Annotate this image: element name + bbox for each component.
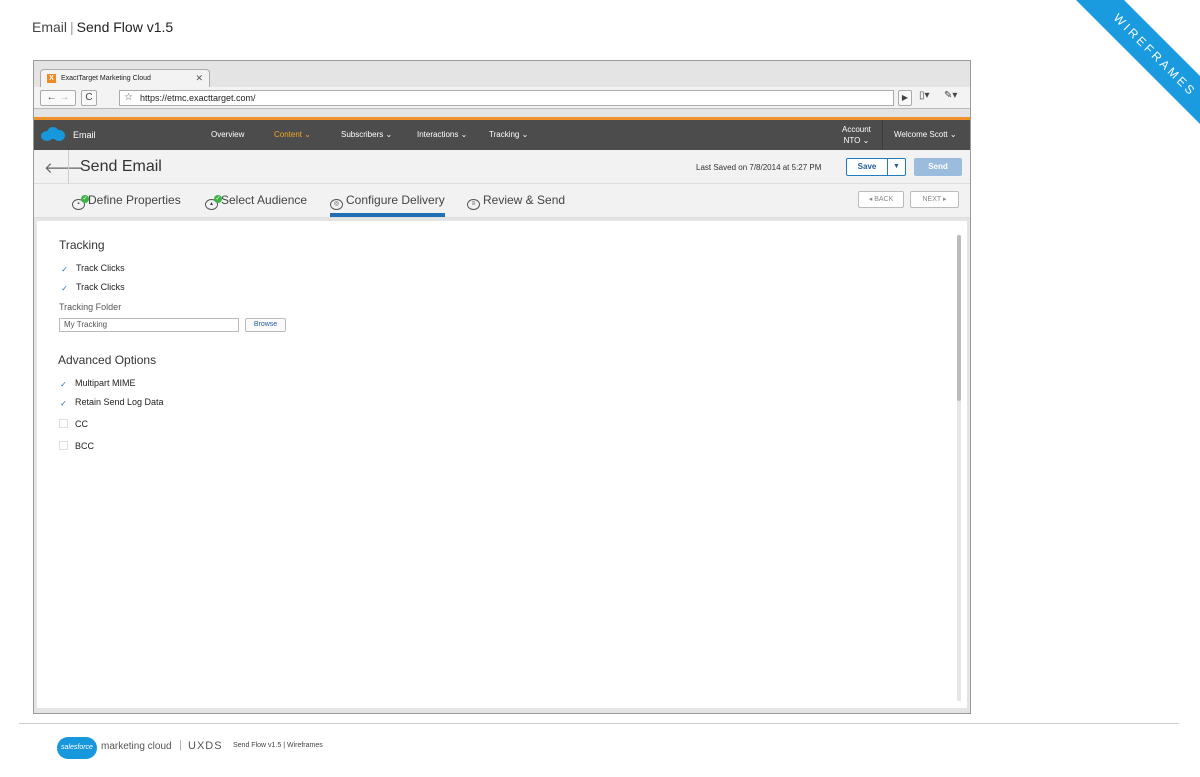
scrollbar-thumb[interactable] [957, 235, 961, 401]
account-value: NTO ⌄ [843, 136, 870, 145]
salesforce-cloud-icon[interactable] [41, 126, 65, 143]
back-arrow-icon[interactable]: 🡐 [44, 158, 84, 177]
checkbox-label: BCC [75, 441, 95, 451]
account-menu[interactable]: Account NTO ⌄ [842, 124, 871, 146]
select-audience-icon: ▴ ✓ [205, 195, 222, 210]
step-configure-delivery[interactable]: ◎ Configure Delivery [330, 193, 445, 210]
close-tab-icon[interactable]: ✕ [195, 70, 203, 87]
tracking-folder-input[interactable]: My Tracking [59, 318, 239, 332]
play-icon[interactable]: ▶ [898, 90, 912, 106]
bookmark-star-icon[interactable]: ☆ [124, 91, 133, 105]
nav-tracking[interactable]: Tracking ⌄ [489, 130, 528, 139]
browser-tab-title: ExactTarget Marketing Cloud [61, 75, 151, 82]
bcc-checkbox[interactable]: BCC [59, 441, 94, 451]
browser-window: X ExactTarget Marketing Cloud ✕ ← → C ☆ … [33, 60, 971, 714]
step-select-audience[interactable]: ▴ ✓ Select Audience [205, 193, 307, 210]
doc-section: Email [32, 19, 68, 35]
active-step-indicator [330, 213, 445, 217]
app-nav-bar: Email Overview Content ⌄ Subscribers ⌄ I… [34, 120, 970, 150]
address-bar-url: https://etmc.exacttarget.com/ [140, 93, 256, 103]
nav-subscribers[interactable]: Subscribers ⌄ [341, 130, 392, 139]
footer-team: UXDS [188, 740, 223, 752]
app-name: Email [73, 130, 96, 140]
save-button[interactable]: Save ▼ [846, 158, 906, 176]
step-define-properties[interactable]: ▪ ✓ Define Properties [72, 193, 181, 210]
doc-title: Email | Send Flow v1.5 [32, 19, 173, 35]
browser-toolbar: ← → C ☆ https://etmc.exacttarget.com/ ▶ … [34, 87, 970, 109]
step-label: Define Properties [88, 193, 181, 207]
last-saved-text: Last Saved on 7/8/2014 at 5:27 PM [696, 163, 822, 172]
account-label: Account [842, 125, 871, 134]
checkbox-label: Multipart MIME [75, 378, 136, 388]
step-label: Select Audience [221, 193, 308, 207]
save-button-label: Save [857, 162, 877, 171]
wrench-menu-icon[interactable]: ✎▾ [944, 90, 957, 101]
advanced-options-heading: Advanced Options [58, 353, 157, 367]
track-clicks-checkbox[interactable]: ✓ Track Clicks [60, 263, 125, 274]
checkbox-label: Track Clicks [76, 282, 125, 292]
checkbox-checked-icon[interactable]: ✓ [60, 265, 69, 274]
nav-overview[interactable]: Overview [211, 130, 244, 139]
define-properties-icon: ▪ ✓ [72, 195, 89, 210]
address-bar[interactable]: ☆ https://etmc.exacttarget.com/ [119, 90, 894, 106]
step-complete-check-icon: ✓ [81, 195, 89, 203]
checkbox-checked-icon[interactable]: ✓ [59, 380, 68, 389]
title-divider [68, 150, 69, 184]
wizard-steps: ▪ ✓ Define Properties ▴ ✓ Select Audience ◎ C… [34, 184, 970, 218]
wireframes-ribbon: WIREFRAMES [1050, 0, 1200, 150]
next-button[interactable]: NEXT ▸ [910, 191, 959, 208]
back-button[interactable]: ◂ BACK [858, 191, 904, 208]
footer-divider [19, 723, 1179, 724]
page-title-bar: 🡐 Send Email Last Saved on 7/8/2014 at 5… [34, 150, 970, 184]
nav-content[interactable]: Content ⌄ [274, 130, 311, 139]
back-icon[interactable]: ← [47, 92, 57, 103]
browser-tabstrip: X ExactTarget Marketing Cloud ✕ [34, 61, 970, 87]
reload-icon[interactable]: C [81, 90, 97, 106]
track-clicks-checkbox-2[interactable]: ✓ Track Clicks [60, 282, 125, 293]
cc-checkbox[interactable]: CC [59, 419, 88, 429]
nav-interactions[interactable]: Interactions ⌄ [417, 130, 467, 139]
browse-button[interactable]: Browse [245, 318, 286, 332]
send-button[interactable]: Send [914, 158, 962, 176]
welcome-user-menu[interactable]: Welcome Scott ⌄ [894, 130, 957, 139]
back-forward-buttons[interactable]: ← → [40, 90, 76, 106]
nav-divider [882, 120, 883, 150]
footer-separator: | [179, 739, 182, 751]
step-label: Review & Send [483, 193, 566, 207]
checkbox-label: CC [75, 419, 88, 429]
footer-meta: Send Flow v1.5 | Wireframes [233, 742, 323, 749]
step-complete-check-icon: ✓ [214, 195, 222, 203]
salesforce-logo: salesforce [57, 737, 97, 759]
tracking-heading: Tracking [59, 238, 105, 252]
configure-delivery-panel: Tracking ✓ Track Clicks ✓ Track Clicks Tra… [37, 221, 967, 708]
configure-delivery-icon: ◎ [330, 199, 343, 210]
checkbox-unchecked-icon[interactable] [59, 441, 68, 450]
checkbox-unchecked-icon[interactable] [59, 419, 68, 428]
tracking-folder-label: Tracking Folder [59, 302, 122, 312]
step-review-send[interactable]: ≡ Review & Send [467, 193, 565, 210]
content-scrollbar[interactable] [957, 235, 961, 701]
checkbox-label: Retain Send Log Data [75, 397, 164, 407]
doc-flow-title: Send Flow v1.5 [76, 19, 174, 35]
doc-separator: | [70, 19, 74, 35]
step-label: Configure Delivery [346, 193, 445, 207]
review-send-icon: ≡ [467, 199, 480, 210]
page-menu-icon[interactable]: ▯▾ [919, 90, 930, 101]
checkbox-label: Track Clicks [76, 263, 125, 273]
browser-tab[interactable]: X ExactTarget Marketing Cloud ✕ [40, 69, 210, 87]
wireframes-ribbon-label: WIREFRAMES [1065, 0, 1200, 145]
multipart-mime-checkbox[interactable]: ✓ Multipart MIME [59, 378, 136, 389]
retain-send-log-checkbox[interactable]: ✓ Retain Send Log Data [59, 397, 164, 408]
save-dropdown-icon[interactable]: ▼ [887, 159, 905, 175]
forward-icon[interactable]: → [59, 92, 69, 103]
page-title: Send Email [80, 158, 162, 175]
checkbox-checked-icon[interactable]: ✓ [60, 284, 69, 293]
exacttarget-favicon-icon: X [47, 74, 56, 83]
checkbox-checked-icon[interactable]: ✓ [59, 399, 68, 408]
footer-product: marketing cloud [101, 741, 172, 752]
